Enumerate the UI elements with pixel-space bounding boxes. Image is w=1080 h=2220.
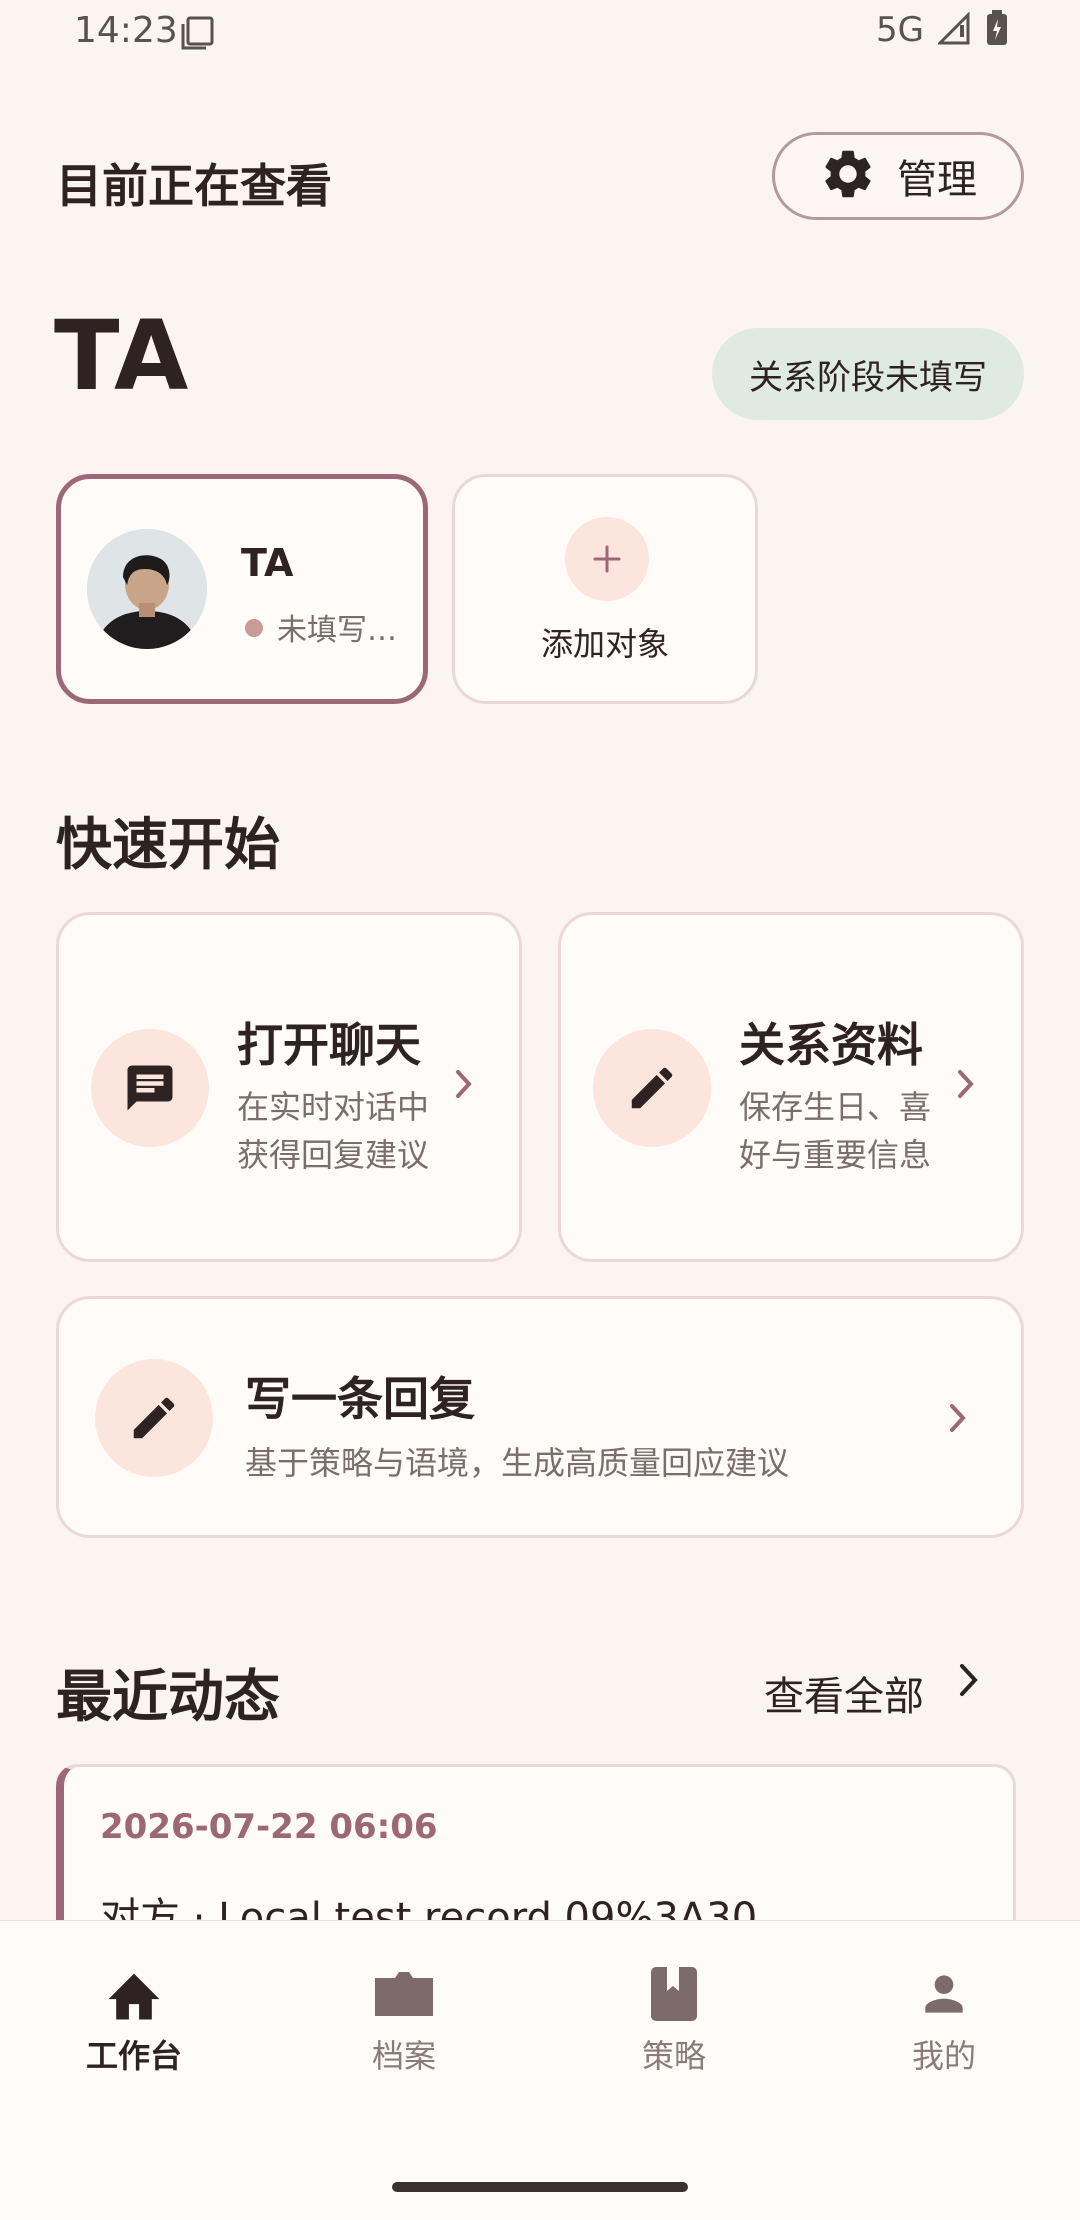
open-chat-card[interactable]: 打开聊天 在实时对话中 获得回复建议 bbox=[56, 912, 522, 1262]
view-all-link[interactable]: 查看全部 bbox=[764, 1664, 924, 1722]
plus-icon bbox=[565, 517, 649, 601]
status-right: 5G bbox=[876, 10, 1008, 50]
relationship-profile-title: 关系资料 bbox=[739, 1018, 923, 1072]
signal-icon bbox=[936, 11, 972, 49]
status-time: 14:23 bbox=[74, 10, 178, 51]
home-indicator[interactable] bbox=[392, 2182, 688, 2192]
open-chat-desc-line2: 获得回复建议 bbox=[237, 1136, 430, 1174]
manage-label: 管理 bbox=[897, 157, 977, 203]
chevron-right-icon bbox=[955, 1067, 977, 1105]
chevron-right-icon bbox=[453, 1067, 475, 1105]
status-bar: 14:23 5G bbox=[0, 0, 1080, 64]
nav-item-strategy[interactable]: 策略 bbox=[574, 1963, 774, 2077]
record-time: 2026-07-22 06:06 bbox=[100, 1807, 438, 1847]
nav-label-workbench: 工作台 bbox=[85, 2037, 182, 2075]
open-chat-title: 打开聊天 bbox=[237, 1018, 421, 1072]
home-icon bbox=[34, 1963, 234, 2025]
person-icon bbox=[844, 1963, 1044, 2025]
nav-item-archive[interactable]: 档案 bbox=[304, 1963, 504, 2077]
pencil-icon bbox=[95, 1359, 213, 1477]
relationship-stage-badge[interactable]: 关系阶段未填写 bbox=[712, 328, 1024, 420]
quick-start-title: 快速开始 bbox=[56, 813, 280, 878]
write-reply-title: 写一条回复 bbox=[245, 1372, 475, 1426]
nav-label-strategy: 策略 bbox=[641, 2037, 706, 2075]
gear-icon bbox=[819, 145, 877, 207]
person-stage: 未填写… bbox=[277, 613, 397, 648]
nav-label-archive: 档案 bbox=[371, 2037, 436, 2075]
nav-label-mine: 我的 bbox=[911, 2037, 976, 2075]
recent-activity-title: 最近动态 bbox=[56, 1665, 280, 1730]
network-label: 5G bbox=[876, 10, 924, 50]
chevron-right-icon[interactable] bbox=[956, 1660, 982, 1704]
battery-icon bbox=[986, 10, 1008, 50]
folder-icon bbox=[304, 1963, 504, 2025]
bottom-nav: 工作台 档案 策略 我的 bbox=[0, 1920, 1080, 2220]
screenshot-icon bbox=[180, 16, 216, 54]
person-name: TA bbox=[241, 541, 294, 585]
stage-dot-icon bbox=[245, 619, 263, 637]
pencil-icon bbox=[593, 1029, 711, 1147]
add-target-label: 添加对象 bbox=[540, 625, 669, 663]
viewing-label: 目前正在查看 bbox=[56, 159, 332, 213]
add-target-button[interactable]: 添加对象 bbox=[452, 474, 758, 704]
avatar bbox=[87, 529, 207, 649]
target-name: TA bbox=[54, 300, 191, 412]
person-card-selected[interactable]: TA 未填写… bbox=[56, 474, 428, 704]
bookmark-icon bbox=[574, 1963, 774, 2025]
relationship-profile-desc-line2: 好与重要信息 bbox=[739, 1136, 932, 1174]
open-chat-desc-line1: 在实时对话中 bbox=[237, 1088, 430, 1126]
manage-button[interactable]: 管理 bbox=[772, 132, 1024, 220]
write-reply-card[interactable]: 写一条回复 基于策略与语境，生成高质量回应建议 bbox=[56, 1296, 1024, 1538]
nav-item-mine[interactable]: 我的 bbox=[844, 1963, 1044, 2077]
chevron-right-icon bbox=[947, 1401, 969, 1439]
nav-item-workbench[interactable]: 工作台 bbox=[34, 1963, 234, 2077]
relationship-profile-card[interactable]: 关系资料 保存生日、喜 好与重要信息 bbox=[558, 912, 1024, 1262]
chat-icon bbox=[91, 1029, 209, 1147]
write-reply-desc: 基于策略与语境，生成高质量回应建议 bbox=[245, 1444, 790, 1482]
relationship-profile-desc-line1: 保存生日、喜 bbox=[739, 1088, 932, 1126]
